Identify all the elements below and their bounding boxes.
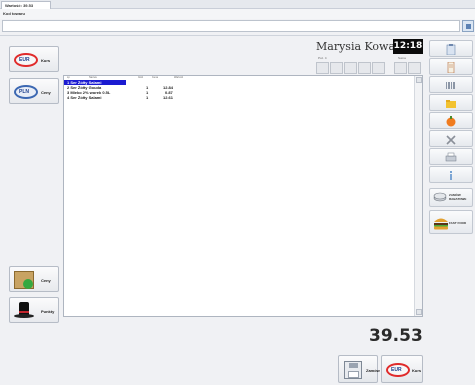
currency-code: EUR [391, 367, 402, 373]
tab-bar: Wartość: 39.53 [0, 0, 475, 9]
button-label: FAST FOOD [449, 221, 467, 225]
button-label: ZAMÓW RABATOWE [449, 193, 467, 201]
tools-icon [446, 135, 456, 145]
barcode-button[interactable] [429, 76, 473, 93]
button-label: Punkty [41, 309, 55, 314]
coins-icon [433, 192, 447, 202]
keyboard-button[interactable] [462, 20, 474, 32]
button-label: Ceny [41, 90, 51, 95]
column-header: Wartość [174, 76, 184, 79]
save-order-button[interactable]: Zamów [338, 355, 380, 383]
divider [0, 35, 475, 36]
column-header: Nazwa [89, 76, 97, 79]
summary-box [316, 62, 329, 74]
mini-label-left: Poz. 4 [318, 56, 327, 60]
tools-button[interactable] [429, 130, 473, 147]
button-label: Ceny [41, 278, 51, 283]
printer-icon [445, 152, 457, 162]
eur-currency-icon: EUR [386, 363, 410, 377]
item-name: 4 Ser Żółty Salami [67, 95, 102, 100]
clipboard-icon [446, 44, 456, 55]
pos-window: Wartość: 39.53 Kod towaru EUR Kurs PLN C… [0, 0, 475, 385]
barcode-input[interactable] [2, 20, 460, 32]
total-amount: 39.53 [369, 326, 423, 346]
barcode-icon [446, 82, 455, 89]
pln-prices-button[interactable]: PLN Ceny [9, 78, 59, 104]
clock: 12:18 [393, 39, 423, 54]
top-hat-icon [14, 302, 34, 320]
summary-box [358, 62, 371, 74]
clipboard-button[interactable] [429, 40, 473, 57]
button-label: Kurs [412, 368, 422, 373]
eur-pay-button[interactable]: EUR Kurs [381, 355, 423, 383]
folder-button[interactable] [429, 94, 473, 111]
mini-label-right: Suma [398, 56, 406, 60]
toolbar-strip: Kod towaru [0, 9, 475, 19]
food-icon [446, 116, 456, 127]
folder-icon [446, 100, 456, 108]
pln-currency-icon: PLN [14, 85, 38, 99]
info-icon [450, 171, 452, 180]
vertical-scrollbar[interactable] [414, 76, 422, 316]
receipt-table[interactable]: Lp Nazwa Ilość Cena Wartość 1 Ser Żółty … [63, 75, 423, 317]
barcode-field-label: Kod towaru [3, 11, 25, 16]
document-button[interactable] [429, 58, 473, 75]
printer-button[interactable] [429, 148, 473, 165]
box-check-icon [14, 271, 34, 289]
info-button[interactable] [429, 166, 473, 183]
burger-icon [434, 218, 448, 230]
table-row[interactable]: 4 Ser Żółty Salami 1 12.61 [64, 95, 411, 100]
column-header: Ilość [138, 76, 144, 79]
currency-code: PLN [19, 89, 29, 95]
right-toolbar: ZAMÓW RABATOWE FAST FOOD [426, 36, 475, 356]
item-price: 12.61 [163, 95, 174, 100]
column-header: Cena [152, 76, 158, 79]
summary-box [344, 62, 357, 74]
column-header: Lp [67, 76, 70, 79]
box-prices-button[interactable]: Ceny [9, 266, 59, 292]
scroll-down-icon[interactable] [416, 309, 422, 315]
scroll-up-icon[interactable] [416, 77, 422, 83]
summary-box [372, 62, 385, 74]
summary-box [394, 62, 407, 74]
discount-order-button[interactable]: ZAMÓW RABATOWE [429, 188, 473, 207]
summary-box [330, 62, 343, 74]
points-button[interactable]: Punkty [9, 297, 59, 323]
item-qty: 1 [146, 95, 149, 100]
floppy-disk-icon [344, 361, 362, 379]
button-label: Kurs [41, 58, 51, 63]
eur-currency-icon: EUR [14, 53, 38, 67]
tab-current-transaction[interactable]: Wartość: 39.53 [1, 1, 51, 9]
document-icon [447, 62, 455, 73]
fast-food-button[interactable]: FAST FOOD [429, 210, 473, 234]
summary-box [408, 62, 421, 74]
eur-rate-button[interactable]: EUR Kurs [9, 46, 59, 72]
currency-code: EUR [19, 57, 30, 63]
food-button[interactable] [429, 112, 473, 129]
button-label: Zamów [366, 368, 380, 373]
